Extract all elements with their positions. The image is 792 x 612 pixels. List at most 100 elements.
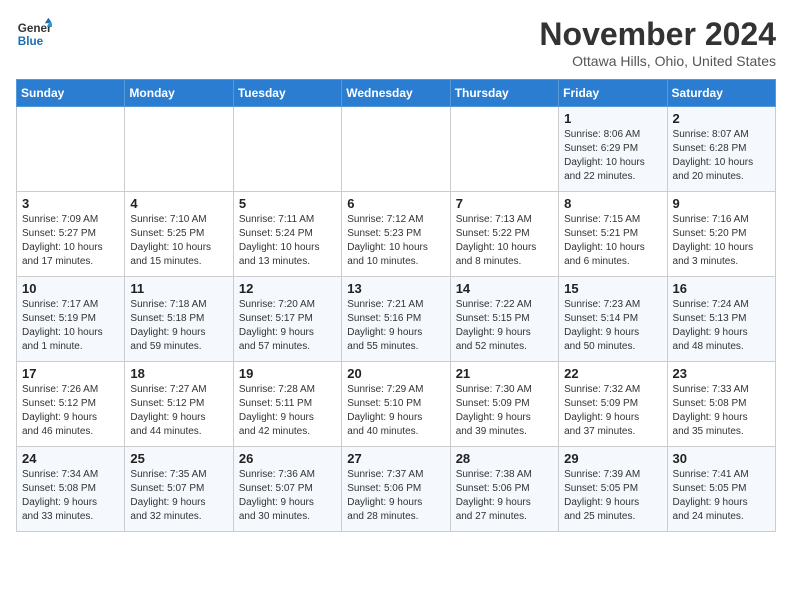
calendar-cell: 27 Sunrise: 7:37 AM Sunset: 5:06 PM Dayli…: [342, 447, 450, 532]
calendar-cell: 1 Sunrise: 8:06 AM Sunset: 6:29 PM Daylig…: [559, 107, 667, 192]
calendar-cell: 6Sunrise: 7:12 AM Sunset: 5:23 PM Daylig…: [342, 192, 450, 277]
day-number: 8: [564, 196, 661, 211]
calendar-cell: 25 Sunrise: 7:35 AM Sunset: 5:07 PM Dayli…: [125, 447, 233, 532]
day-detail: Sunrise: 7:18 AM Sunset: 5:18 PM Dayligh…: [130, 298, 227, 354]
header-day: Saturday: [667, 80, 775, 107]
calendar-cell: 10Sunrise: 7:17 AM Sunset: 5:19 PM Dayli…: [17, 277, 125, 362]
calendar-body: 1 Sunrise: 8:06 AM Sunset: 6:29 PM Daylig…: [17, 107, 776, 532]
day-number: 21: [456, 366, 553, 381]
day-number: 2: [673, 111, 770, 126]
calendar-cell: 5 Sunrise: 7:11 AM Sunset: 5:24 PM Daylig…: [233, 192, 341, 277]
page-header: General Blue November 2024 Ottawa Hills,…: [16, 16, 776, 69]
day-detail: Sunrise: 7:30 AM Sunset: 5:09 PM Dayligh…: [456, 383, 553, 439]
calendar-cell: 2 Sunrise: 8:07 AM Sunset: 6:28 PM Daylig…: [667, 107, 775, 192]
calendar-cell: 30 Sunrise: 7:41 AM Sunset: 5:05 PM Dayli…: [667, 447, 775, 532]
header-day: Wednesday: [342, 80, 450, 107]
day-number: 12: [239, 281, 336, 296]
calendar-table: SundayMondayTuesdayWednesdayThursdayFrid…: [16, 79, 776, 532]
header-day: Sunday: [17, 80, 125, 107]
calendar-week-row: 10Sunrise: 7:17 AM Sunset: 5:19 PM Dayli…: [17, 277, 776, 362]
calendar-week-row: 3 Sunrise: 7:09 AM Sunset: 5:27 PM Daylig…: [17, 192, 776, 277]
day-number: 26: [239, 451, 336, 466]
day-number: 29: [564, 451, 661, 466]
calendar-cell: 17Sunrise: 7:26 AM Sunset: 5:12 PM Dayli…: [17, 362, 125, 447]
calendar-cell: 15 Sunrise: 7:23 AM Sunset: 5:14 PM Dayli…: [559, 277, 667, 362]
calendar-cell: [342, 107, 450, 192]
day-number: 1: [564, 111, 661, 126]
calendar-cell: 23Sunrise: 7:33 AM Sunset: 5:08 PM Dayli…: [667, 362, 775, 447]
day-number: 14: [456, 281, 553, 296]
day-detail: Sunrise: 7:37 AM Sunset: 5:06 PM Dayligh…: [347, 468, 444, 524]
calendar-cell: [17, 107, 125, 192]
day-number: 28: [456, 451, 553, 466]
calendar-cell: 4 Sunrise: 7:10 AM Sunset: 5:25 PM Daylig…: [125, 192, 233, 277]
header-day: Thursday: [450, 80, 558, 107]
calendar-cell: 11 Sunrise: 7:18 AM Sunset: 5:18 PM Dayli…: [125, 277, 233, 362]
day-detail: Sunrise: 7:20 AM Sunset: 5:17 PM Dayligh…: [239, 298, 336, 354]
calendar-cell: 22 Sunrise: 7:32 AM Sunset: 5:09 PM Dayli…: [559, 362, 667, 447]
title-block: November 2024 Ottawa Hills, Ohio, United…: [539, 16, 776, 69]
day-detail: Sunrise: 7:12 AM Sunset: 5:23 PM Dayligh…: [347, 213, 444, 269]
day-detail: Sunrise: 7:11 AM Sunset: 5:24 PM Dayligh…: [239, 213, 336, 269]
calendar-cell: [450, 107, 558, 192]
day-detail: Sunrise: 8:06 AM Sunset: 6:29 PM Dayligh…: [564, 128, 661, 184]
day-number: 3: [22, 196, 119, 211]
header-day: Monday: [125, 80, 233, 107]
day-detail: Sunrise: 7:28 AM Sunset: 5:11 PM Dayligh…: [239, 383, 336, 439]
day-detail: Sunrise: 7:10 AM Sunset: 5:25 PM Dayligh…: [130, 213, 227, 269]
day-number: 16: [673, 281, 770, 296]
calendar-cell: [233, 107, 341, 192]
day-number: 15: [564, 281, 661, 296]
day-detail: Sunrise: 7:35 AM Sunset: 5:07 PM Dayligh…: [130, 468, 227, 524]
month-title: November 2024: [539, 16, 776, 53]
calendar-cell: 7 Sunrise: 7:13 AM Sunset: 5:22 PM Daylig…: [450, 192, 558, 277]
day-number: 18: [130, 366, 227, 381]
day-number: 7: [456, 196, 553, 211]
day-number: 4: [130, 196, 227, 211]
calendar-cell: 24Sunrise: 7:34 AM Sunset: 5:08 PM Dayli…: [17, 447, 125, 532]
calendar-week-row: 17Sunrise: 7:26 AM Sunset: 5:12 PM Dayli…: [17, 362, 776, 447]
calendar-cell: 9 Sunrise: 7:16 AM Sunset: 5:20 PM Daylig…: [667, 192, 775, 277]
day-number: 23: [673, 366, 770, 381]
calendar-week-row: 24Sunrise: 7:34 AM Sunset: 5:08 PM Dayli…: [17, 447, 776, 532]
day-number: 27: [347, 451, 444, 466]
location-subtitle: Ottawa Hills, Ohio, United States: [539, 53, 776, 69]
day-number: 24: [22, 451, 119, 466]
day-detail: Sunrise: 7:23 AM Sunset: 5:14 PM Dayligh…: [564, 298, 661, 354]
day-detail: Sunrise: 7:16 AM Sunset: 5:20 PM Dayligh…: [673, 213, 770, 269]
day-detail: Sunrise: 8:07 AM Sunset: 6:28 PM Dayligh…: [673, 128, 770, 184]
calendar-cell: 14Sunrise: 7:22 AM Sunset: 5:15 PM Dayli…: [450, 277, 558, 362]
day-number: 9: [673, 196, 770, 211]
day-number: 19: [239, 366, 336, 381]
calendar-cell: 26 Sunrise: 7:36 AM Sunset: 5:07 PM Dayli…: [233, 447, 341, 532]
calendar-cell: 18 Sunrise: 7:27 AM Sunset: 5:12 PM Dayli…: [125, 362, 233, 447]
calendar-cell: 19 Sunrise: 7:28 AM Sunset: 5:11 PM Dayli…: [233, 362, 341, 447]
svg-text:General: General: [18, 22, 52, 35]
day-detail: Sunrise: 7:41 AM Sunset: 5:05 PM Dayligh…: [673, 468, 770, 524]
day-detail: Sunrise: 7:39 AM Sunset: 5:05 PM Dayligh…: [564, 468, 661, 524]
day-number: 30: [673, 451, 770, 466]
day-detail: Sunrise: 7:38 AM Sunset: 5:06 PM Dayligh…: [456, 468, 553, 524]
svg-text:Blue: Blue: [18, 35, 44, 48]
calendar-cell: 29 Sunrise: 7:39 AM Sunset: 5:05 PM Dayli…: [559, 447, 667, 532]
calendar-week-row: 1 Sunrise: 8:06 AM Sunset: 6:29 PM Daylig…: [17, 107, 776, 192]
calendar-cell: 13Sunrise: 7:21 AM Sunset: 5:16 PM Dayli…: [342, 277, 450, 362]
logo: General Blue: [16, 16, 52, 52]
day-detail: Sunrise: 7:17 AM Sunset: 5:19 PM Dayligh…: [22, 298, 119, 354]
day-detail: Sunrise: 7:24 AM Sunset: 5:13 PM Dayligh…: [673, 298, 770, 354]
calendar-cell: 21 Sunrise: 7:30 AM Sunset: 5:09 PM Dayli…: [450, 362, 558, 447]
calendar-cell: 3 Sunrise: 7:09 AM Sunset: 5:27 PM Daylig…: [17, 192, 125, 277]
day-number: 5: [239, 196, 336, 211]
calendar-cell: [125, 107, 233, 192]
logo-icon: General Blue: [16, 16, 52, 52]
header-row: SundayMondayTuesdayWednesdayThursdayFrid…: [17, 80, 776, 107]
day-number: 22: [564, 366, 661, 381]
day-number: 11: [130, 281, 227, 296]
day-number: 25: [130, 451, 227, 466]
day-detail: Sunrise: 7:13 AM Sunset: 5:22 PM Dayligh…: [456, 213, 553, 269]
calendar-cell: 28 Sunrise: 7:38 AM Sunset: 5:06 PM Dayli…: [450, 447, 558, 532]
day-detail: Sunrise: 7:36 AM Sunset: 5:07 PM Dayligh…: [239, 468, 336, 524]
day-detail: Sunrise: 7:27 AM Sunset: 5:12 PM Dayligh…: [130, 383, 227, 439]
day-detail: Sunrise: 7:32 AM Sunset: 5:09 PM Dayligh…: [564, 383, 661, 439]
day-detail: Sunrise: 7:09 AM Sunset: 5:27 PM Dayligh…: [22, 213, 119, 269]
